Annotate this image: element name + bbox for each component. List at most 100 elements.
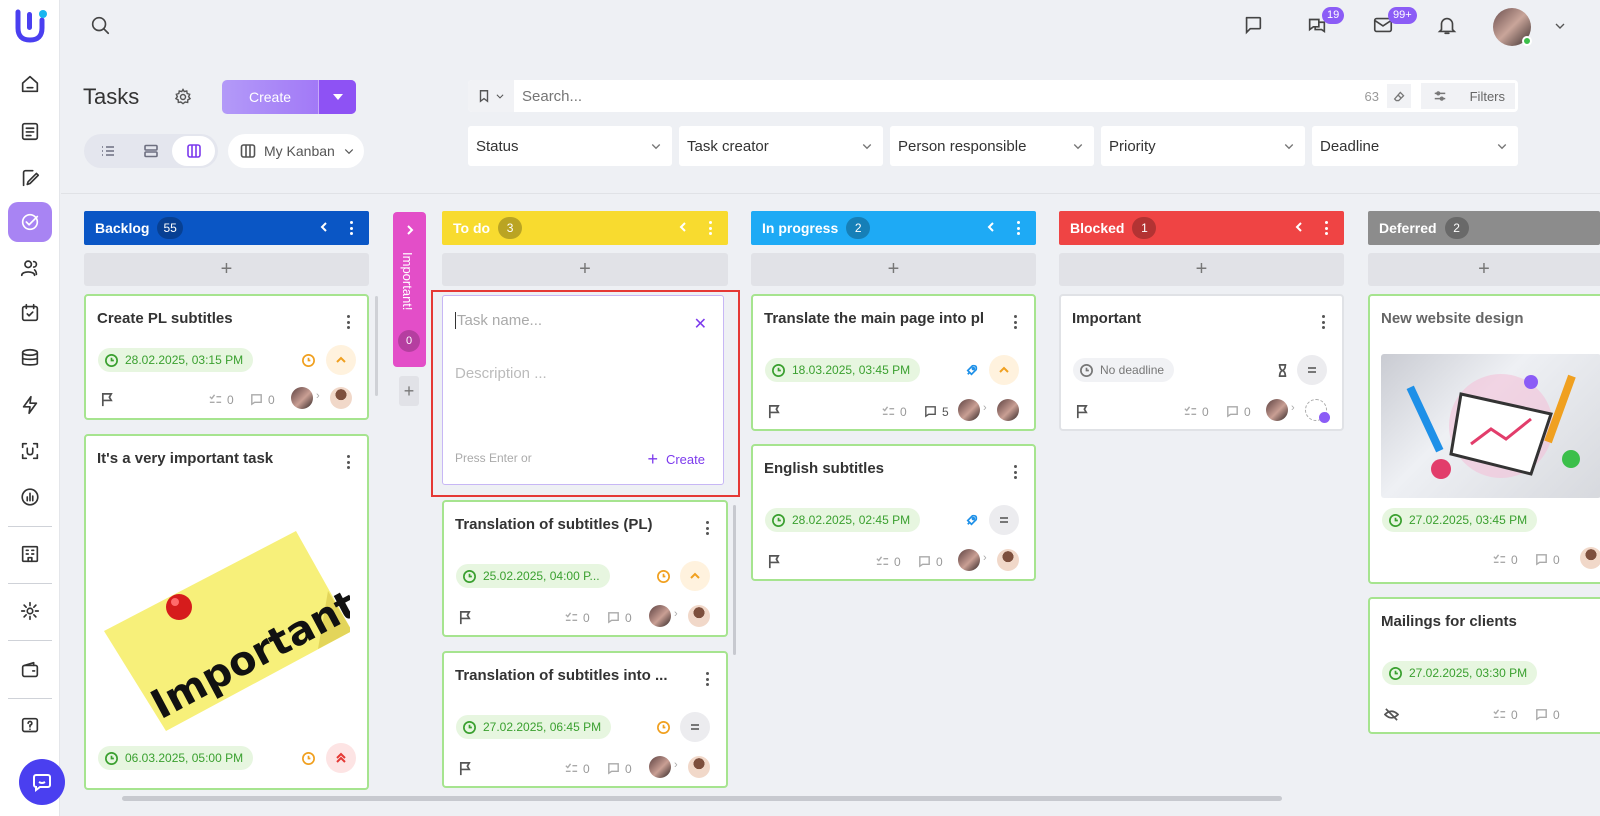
column-header-blocked[interactable]: Blocked 1 bbox=[1059, 211, 1344, 245]
task-card[interactable]: Translate the main page into pl 18.03.20… bbox=[751, 294, 1036, 431]
card-menu-button[interactable] bbox=[345, 453, 351, 471]
flag-icon[interactable] bbox=[100, 392, 116, 408]
task-card[interactable]: Mailings for clients 27.02.2025, 03:30 P… bbox=[1368, 597, 1600, 734]
close-icon[interactable]: ✕ bbox=[694, 314, 707, 334]
responsible-avatar[interactable] bbox=[330, 387, 352, 409]
responsible-avatar[interactable] bbox=[1580, 547, 1600, 569]
priority-medium-icon[interactable] bbox=[680, 712, 710, 742]
list-view-button[interactable] bbox=[87, 136, 130, 166]
notifications-button[interactable] bbox=[1436, 14, 1462, 40]
collapse-column-button[interactable] bbox=[984, 220, 998, 236]
creator-avatar[interactable] bbox=[958, 399, 980, 421]
task-name-input[interactable]: Task name... bbox=[455, 312, 542, 329]
column-header-deferred[interactable]: Deferred 2 bbox=[1368, 211, 1600, 245]
status-filter[interactable]: Status bbox=[468, 126, 672, 166]
collapse-column-button[interactable] bbox=[1292, 220, 1306, 236]
nav-automation[interactable] bbox=[8, 385, 52, 425]
clear-search-button[interactable] bbox=[1387, 84, 1411, 108]
nav-office[interactable] bbox=[8, 534, 52, 574]
board-horizontal-scrollbar[interactable] bbox=[122, 796, 1282, 801]
user-avatar[interactable] bbox=[1493, 8, 1532, 46]
add-task-in-progress[interactable]: + bbox=[751, 253, 1036, 286]
creator-avatar[interactable] bbox=[291, 387, 313, 409]
responsible-avatar[interactable] bbox=[997, 399, 1019, 421]
task-card[interactable]: Translation of subtitles into ... 27.02.… bbox=[442, 651, 728, 788]
task-card[interactable]: It's a very important task Important 06.… bbox=[84, 434, 369, 790]
task-card[interactable]: Translation of subtitles (PL) 25.02.2025… bbox=[442, 500, 728, 637]
nav-tasks[interactable] bbox=[8, 202, 52, 242]
expand-column-button[interactable] bbox=[405, 222, 415, 240]
nav-database[interactable] bbox=[8, 338, 52, 378]
add-task-blocked[interactable]: + bbox=[1059, 253, 1344, 286]
priority-high-icon[interactable] bbox=[989, 355, 1019, 385]
priority-high-icon[interactable] bbox=[680, 561, 710, 591]
column-menu-button[interactable] bbox=[1322, 219, 1330, 237]
add-task-backlog[interactable]: + bbox=[84, 253, 369, 286]
collapse-column-button[interactable] bbox=[317, 220, 331, 236]
creator-avatar[interactable] bbox=[1266, 399, 1288, 421]
create-button[interactable]: Create bbox=[222, 80, 356, 114]
card-menu-button[interactable] bbox=[1320, 313, 1326, 331]
assign-user-icon[interactable] bbox=[1305, 399, 1330, 423]
create-task-button[interactable]: + Create bbox=[647, 449, 705, 470]
nav-brand[interactable] bbox=[8, 431, 52, 471]
nav-reports[interactable] bbox=[8, 477, 52, 517]
add-task-deferred[interactable]: + bbox=[1368, 253, 1600, 286]
deadline-filter[interactable]: Deadline bbox=[1312, 126, 1518, 166]
flag-icon[interactable] bbox=[767, 554, 783, 570]
column-header-todo[interactable]: To do 3 bbox=[442, 211, 728, 245]
card-menu-button[interactable] bbox=[704, 670, 710, 688]
app-logo[interactable] bbox=[12, 8, 48, 44]
creator-avatar[interactable] bbox=[649, 605, 671, 627]
chats-button[interactable]: 19 bbox=[1306, 7, 1345, 40]
nav-calendar[interactable] bbox=[8, 293, 52, 333]
task-creator-filter[interactable]: Task creator bbox=[679, 126, 883, 166]
task-description-input[interactable]: Description ... bbox=[455, 365, 547, 382]
nav-contacts[interactable] bbox=[8, 248, 52, 288]
support-chat-button[interactable] bbox=[19, 759, 65, 805]
flag-icon[interactable] bbox=[458, 761, 474, 777]
task-card[interactable]: English subtitles 28.02.2025, 02:45 PM 0… bbox=[751, 444, 1036, 581]
user-menu-toggle[interactable] bbox=[1552, 18, 1570, 36]
nav-wallet[interactable] bbox=[8, 650, 52, 690]
messages-button[interactable] bbox=[1242, 14, 1268, 40]
creator-avatar[interactable] bbox=[958, 549, 980, 571]
priority-medium-icon[interactable] bbox=[1297, 355, 1327, 385]
flag-icon[interactable] bbox=[767, 404, 783, 420]
responsible-avatar[interactable] bbox=[688, 605, 710, 627]
add-task-todo[interactable]: + bbox=[442, 253, 728, 286]
create-dropdown-toggle[interactable] bbox=[318, 80, 356, 114]
task-card[interactable]: New website design 27.02.2025, 03:45 PM … bbox=[1368, 294, 1600, 584]
collapse-column-button[interactable] bbox=[676, 220, 690, 236]
global-search-button[interactable] bbox=[89, 14, 115, 40]
responsible-avatar[interactable] bbox=[997, 549, 1019, 571]
column-menu-button[interactable] bbox=[706, 219, 714, 237]
nav-help[interactable] bbox=[8, 706, 52, 746]
priority-filter[interactable]: Priority bbox=[1101, 126, 1305, 166]
new-task-form[interactable]: Task name... ✕ Description ... Press Ent… bbox=[442, 295, 724, 485]
filters-button[interactable]: Filters bbox=[1421, 83, 1515, 109]
column-scrollbar[interactable] bbox=[733, 505, 736, 655]
flag-icon[interactable] bbox=[458, 610, 474, 626]
priority-medium-icon[interactable] bbox=[989, 505, 1019, 535]
column-header-in-progress[interactable]: In progress 2 bbox=[751, 211, 1036, 245]
kanban-board-select[interactable]: My Kanban bbox=[228, 134, 364, 168]
nav-settings[interactable] bbox=[8, 591, 52, 631]
flag-icon[interactable] bbox=[1075, 404, 1091, 420]
person-responsible-filter[interactable]: Person responsible bbox=[890, 126, 1094, 166]
task-card[interactable]: Important No deadline 0 0 › bbox=[1059, 294, 1344, 431]
add-task-important[interactable]: + bbox=[399, 376, 419, 406]
priority-high-icon[interactable] bbox=[326, 345, 356, 375]
card-menu-button[interactable] bbox=[1012, 313, 1018, 331]
hidden-eye-icon[interactable] bbox=[1383, 707, 1400, 723]
saved-searches-button[interactable] bbox=[468, 80, 514, 112]
nav-docs[interactable] bbox=[8, 111, 52, 151]
task-card[interactable]: Create PL subtitles 28.02.2025, 03:15 PM… bbox=[84, 294, 369, 420]
priority-highest-icon[interactable] bbox=[326, 743, 356, 773]
card-menu-button[interactable] bbox=[1012, 463, 1018, 481]
card-menu-button[interactable] bbox=[345, 313, 351, 331]
column-header-backlog[interactable]: Backlog 55 bbox=[84, 211, 369, 245]
column-scrollbar[interactable] bbox=[375, 296, 378, 396]
nav-notes[interactable] bbox=[8, 158, 52, 198]
column-collapsed-important[interactable]: Important! 0 bbox=[393, 212, 426, 367]
